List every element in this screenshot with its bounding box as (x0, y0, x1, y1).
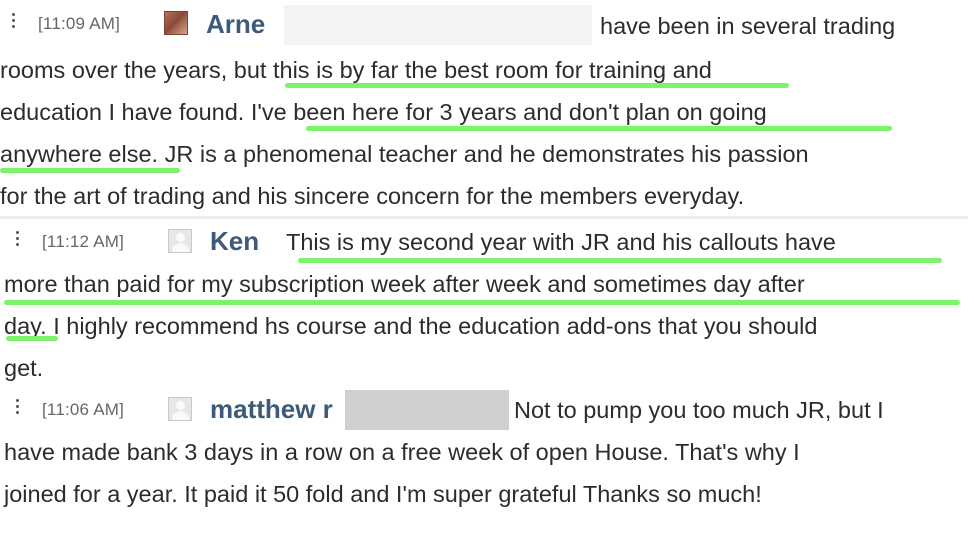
message-line: day. I highly recommend hs course and th… (4, 313, 818, 339)
chat-message: [11:06 AM] matthew r Not to pump you too… (0, 386, 968, 534)
highlight-underline (306, 126, 892, 131)
more-options-icon[interactable] (16, 231, 20, 249)
redacted-block (345, 390, 509, 430)
message-timestamp: [11:09 AM] (38, 14, 121, 33)
message-timestamp: [11:06 AM] (42, 400, 125, 419)
message-line: get. (4, 355, 44, 381)
highlight-underline (0, 168, 180, 173)
redacted-block (284, 5, 592, 45)
highlight-underline (6, 336, 58, 341)
message-line: This is my second year with JR and his c… (286, 229, 836, 255)
more-options-icon[interactable] (12, 13, 16, 31)
highlight-underline (285, 83, 789, 88)
message-line: Not to pump you too much JR, but I (514, 397, 884, 423)
user-avatar[interactable] (168, 397, 192, 421)
chat-message: [11:12 AM] Ken This is my second year wi… (0, 216, 968, 385)
message-line: for the art of trading and his sincere c… (0, 183, 745, 209)
message-line: anywhere else. JR is a phenomenal teache… (0, 141, 809, 167)
message-line: have been in several trading (600, 13, 896, 39)
highlight-underline (298, 258, 942, 263)
message-line: education I have found. I've been here f… (0, 99, 767, 125)
message-timestamp: [11:12 AM] (42, 232, 125, 251)
chat-message: [11:09 AM] Arne have been in several tra… (0, 0, 968, 216)
username[interactable]: Arne (206, 9, 265, 40)
username[interactable]: Ken (210, 226, 259, 257)
message-line: have made bank 3 days in a row on a free… (4, 439, 800, 465)
user-avatar[interactable] (164, 11, 188, 35)
message-line: rooms over the years, but this is by far… (0, 57, 712, 83)
more-options-icon[interactable] (16, 399, 20, 417)
username[interactable]: matthew r (210, 394, 333, 425)
message-line: more than paid for my subscription week … (4, 271, 805, 297)
message-line: joined for a year. It paid it 50 fold an… (4, 481, 762, 507)
highlight-underline (4, 300, 960, 305)
user-avatar[interactable] (168, 229, 192, 253)
